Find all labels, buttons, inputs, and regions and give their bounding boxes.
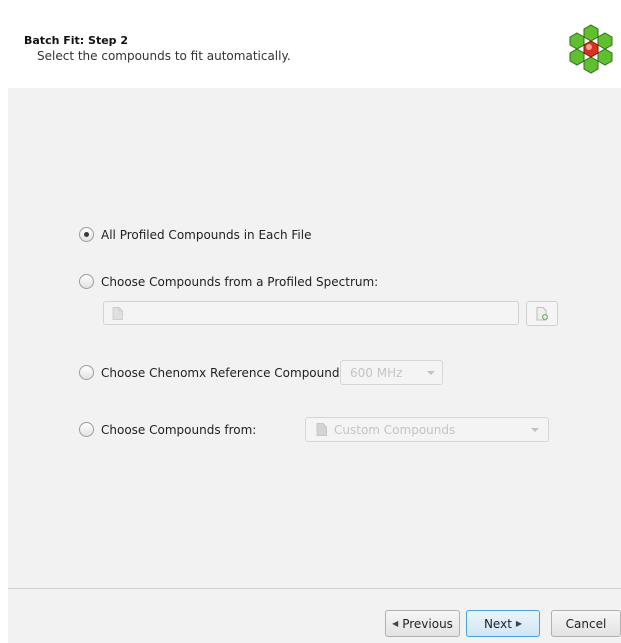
from-spectrum-radio[interactable]: [79, 274, 94, 289]
reference-label[interactable]: Choose Chenomx Reference Compounds:: [101, 366, 350, 380]
option-reference[interactable]: Choose Chenomx Reference Compounds:: [79, 365, 350, 380]
triangle-left-icon: ◀: [392, 619, 399, 628]
page-title: Batch Fit: Step 2: [24, 34, 129, 47]
option-all-profiled[interactable]: All Profiled Compounds in Each File: [79, 227, 312, 242]
previous-button[interactable]: ◀ Previous: [385, 610, 460, 637]
reference-frequency-value: 600 MHz: [350, 366, 403, 380]
option-from-spectrum[interactable]: Choose Compounds from a Profiled Spectru…: [79, 274, 378, 289]
browse-spectrum-button[interactable]: [526, 301, 558, 326]
compound-library-select[interactable]: Custom Compounds: [305, 417, 549, 442]
spectrum-file-field[interactable]: [103, 301, 519, 325]
from-spectrum-label[interactable]: Choose Compounds from a Profiled Spectru…: [101, 275, 378, 289]
document-icon: [112, 307, 123, 320]
cancel-button[interactable]: Cancel: [551, 610, 621, 637]
add-file-icon: [536, 307, 548, 321]
next-label: Next: [483, 616, 512, 631]
from-source-radio[interactable]: [79, 422, 94, 437]
chevron-down-icon: [427, 371, 435, 375]
from-source-label[interactable]: Choose Compounds from:: [101, 423, 256, 437]
hexagon-cluster-logo-icon: [569, 24, 613, 74]
next-button[interactable]: Next ▶: [466, 610, 540, 637]
chevron-down-icon: [531, 428, 539, 432]
all-profiled-radio[interactable]: [79, 227, 94, 242]
wizard-header: Batch Fit: Step 2 Select the compounds t…: [0, 0, 621, 88]
triangle-right-icon: ▶: [515, 619, 523, 628]
reference-frequency-select[interactable]: 600 MHz: [340, 360, 443, 385]
cancel-label: Cancel: [565, 616, 607, 631]
all-profiled-label[interactable]: All Profiled Compounds in Each File: [101, 228, 312, 242]
document-icon: [316, 423, 327, 436]
page-subtitle: Select the compounds to fit automaticall…: [37, 49, 291, 63]
compound-library-value: Custom Compounds: [334, 423, 456, 437]
previous-label: Previous: [402, 616, 453, 631]
footer-divider: [8, 588, 621, 589]
wizard-footer: ◀ Previous Next ▶ Cancel: [8, 588, 621, 643]
option-from-source[interactable]: Choose Compounds from:: [79, 422, 256, 437]
reference-radio[interactable]: [79, 365, 94, 380]
options-panel: All Profiled Compounds in Each File Choo…: [8, 88, 621, 588]
